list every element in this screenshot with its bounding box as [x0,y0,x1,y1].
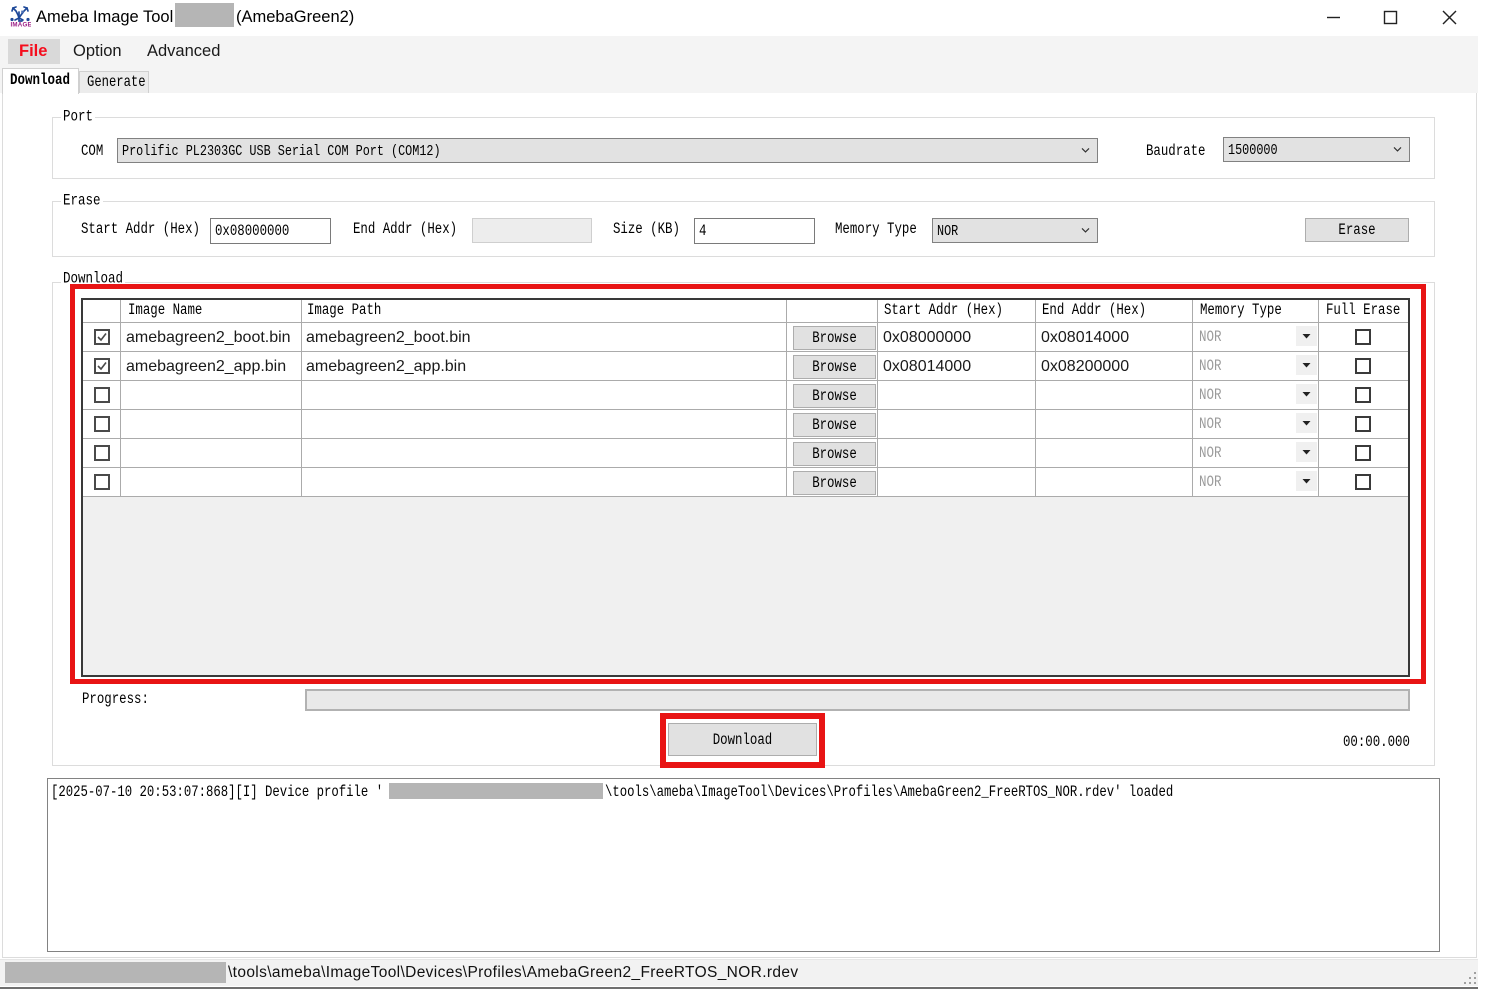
svg-text:IMAGE: IMAGE [11,22,32,29]
